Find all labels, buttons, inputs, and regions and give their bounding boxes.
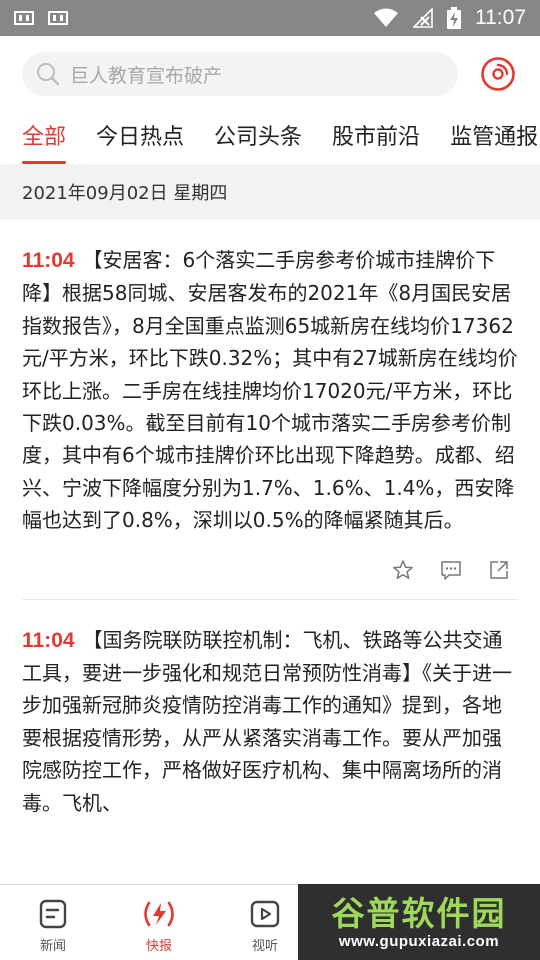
document-icon (39, 899, 67, 929)
nav-label: 快报 (145, 939, 172, 954)
watermark: 谷普软件园 www.gupuxiazai.com (298, 884, 540, 960)
tab-all[interactable]: 全部 (22, 112, 67, 164)
notification-icon (14, 11, 34, 25)
nav-label: 新闻 (39, 939, 66, 954)
search-input[interactable]: 巨人教育宣布破产 (22, 52, 458, 96)
status-right: 11:07 (373, 6, 526, 30)
watermark-url: www.gupuxiazai.com (338, 932, 500, 950)
news-time: 11:04 (22, 628, 75, 652)
news-item[interactable]: 11:04 【安居客：6个落实二手房参考价城市挂牌价下降】根据58同城、安居客发布… (0, 220, 540, 599)
wifi-icon (374, 8, 398, 27)
nav-flash[interactable]: 快报 (106, 885, 212, 960)
notification-icon (48, 11, 68, 25)
favorite-button[interactable] (392, 559, 414, 581)
date-header: 2021年09月02日 星期四 (0, 164, 540, 220)
status-time: 11:07 (475, 6, 526, 29)
search-header: 巨人教育宣布破产 (0, 36, 540, 112)
comment-button[interactable] (440, 559, 462, 581)
radio-button[interactable] (478, 54, 518, 94)
news-time: 11:04 (22, 249, 75, 272)
search-icon (37, 63, 60, 86)
signal-icon (413, 8, 433, 28)
play-icon (250, 900, 280, 928)
news-feed[interactable]: 11:04 【安居客：6个落实二手房参考价城市挂牌价下降】根据58同城、安居客发布… (0, 220, 540, 884)
news-text: 【安居客：6个落实二手房参考价城市挂牌价下降】根据58同城、安居客发布的2021… (22, 248, 518, 533)
tab-stock-market[interactable]: 股市前沿 (332, 112, 420, 164)
news-body: 11:04 【国务院联防联控机制：飞机、铁路等公共交通工具，要进一步强化和规范日常… (22, 624, 518, 819)
search-placeholder: 巨人教育宣布破产 (70, 64, 223, 87)
share-button[interactable] (488, 559, 510, 581)
status-bar: 11:07 (0, 0, 540, 36)
tab-regulation[interactable]: 监管通报 (450, 112, 538, 164)
comment-icon (441, 560, 461, 580)
star-icon (393, 559, 413, 579)
battery-charging-icon (447, 7, 461, 29)
nav-label: 视听 (251, 939, 278, 954)
watermark-title: 谷普软件园 (331, 893, 507, 933)
news-text: 【国务院联防联控机制：飞机、铁路等公共交通工具，要进一步强化和规范日常预防性消毒… (22, 627, 512, 815)
pulse-icon (144, 901, 174, 927)
news-body: 11:04 【安居客：6个落实二手房参考价城市挂牌价下降】根据58同城、安居客发布… (22, 244, 518, 537)
tab-company-headlines[interactable]: 公司头条 (214, 112, 302, 164)
tab-today-hot[interactable]: 今日热点 (96, 112, 184, 164)
category-tabs: 全部 今日热点 公司头条 股市前沿 监管通报 (0, 112, 540, 164)
radio-disc-icon (481, 57, 515, 91)
news-actions (22, 537, 518, 599)
share-icon (490, 560, 508, 579)
nav-news[interactable]: 新闻 (0, 885, 106, 960)
news-item[interactable]: 11:04 【国务院联防联控机制：飞机、铁路等公共交通工具，要进一步强化和规范日常… (0, 600, 540, 819)
status-left (14, 11, 68, 25)
